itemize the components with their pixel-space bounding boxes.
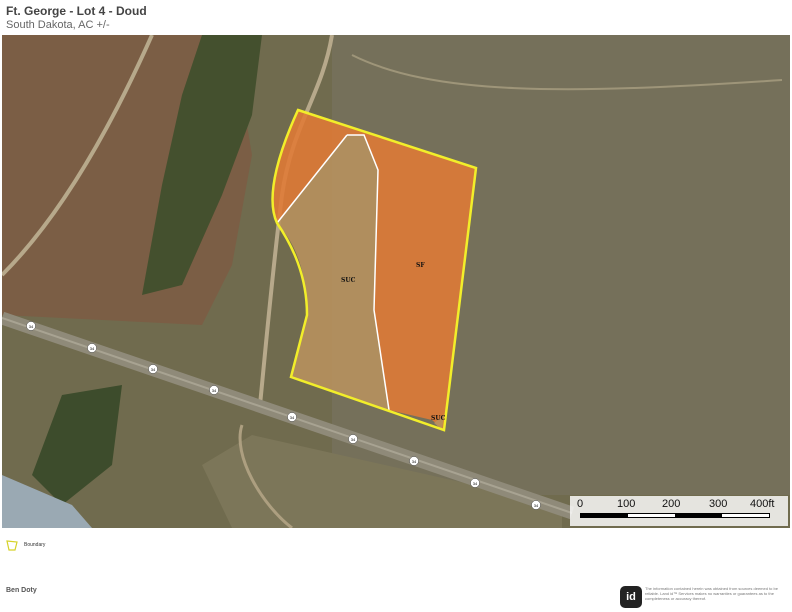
landid-logo: id	[620, 586, 642, 608]
scale-bar: 0 100 200 300 400ft	[570, 496, 788, 526]
map-canvas: SUC SF SUC 34 34 34 34 34 34 34 34 34	[2, 35, 790, 528]
label-suc-corner: SUC	[431, 415, 446, 422]
scale-tick-0: 0	[577, 498, 584, 510]
scale-tick-100: 100	[617, 498, 636, 510]
legend-label-boundary: Boundary	[24, 542, 46, 548]
boundary-polygon-icon	[6, 539, 18, 551]
svg-text:34: 34	[351, 437, 356, 442]
svg-text:34: 34	[412, 459, 417, 464]
svg-text:34: 34	[151, 367, 156, 372]
disclaimer-text: The information contained herein was obt…	[645, 586, 778, 601]
scale-tick-300: 300	[709, 498, 728, 510]
scale-tick-200: 200	[662, 498, 681, 510]
svg-text:34: 34	[212, 388, 217, 393]
svg-text:34: 34	[534, 503, 539, 508]
label-sf: SF	[416, 262, 425, 269]
agent-name: Ben Doty	[6, 587, 37, 594]
svg-text:34: 34	[90, 346, 95, 351]
map-title: Ft. George - Lot 4 - Doud	[6, 4, 147, 18]
svg-text:34: 34	[473, 481, 478, 486]
map-subtitle: South Dakota, AC +/-	[6, 19, 110, 31]
svg-text:34: 34	[290, 415, 295, 420]
label-suc: SUC	[341, 277, 356, 284]
map-legend: Boundary	[6, 538, 45, 552]
scale-bar-graphic	[580, 513, 770, 518]
scale-tick-400: 400ft	[750, 498, 775, 510]
svg-text:34: 34	[29, 324, 34, 329]
satellite-map[interactable]: SUC SF SUC 34 34 34 34 34 34 34 34 34 0 …	[2, 35, 790, 528]
